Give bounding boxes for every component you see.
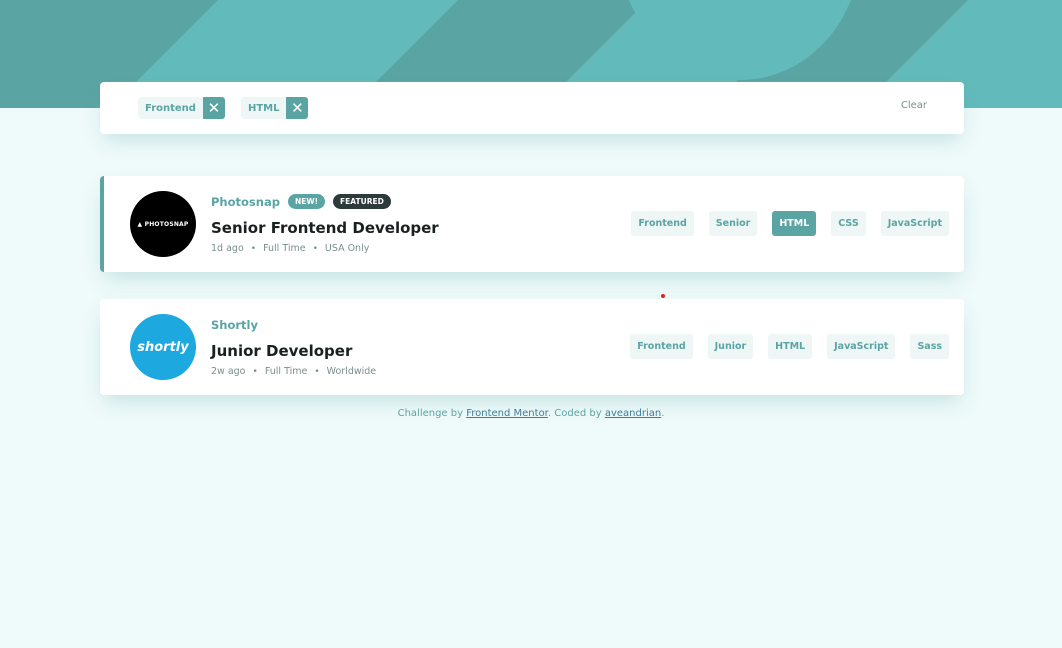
tag-javascript[interactable]: JavaScript — [880, 211, 949, 236]
tag-junior[interactable]: Junior — [707, 334, 754, 359]
job-info: Photosnap NEW! FEATURED Senior Frontend … — [211, 193, 439, 254]
job-tags: Frontend Junior HTML JavaScript Sass — [615, 334, 949, 359]
job-meta: 1d ago • Full Time • USA Only — [211, 243, 439, 254]
tag-senior[interactable]: Senior — [708, 211, 758, 236]
company-name: Shortly — [211, 317, 258, 332]
filter-chip-html: HTML ✕ — [240, 97, 309, 119]
company-logo: shortly — [130, 314, 196, 380]
attribution-suffix: . — [661, 408, 665, 419]
featured-badge: FEATURED — [333, 194, 391, 209]
posted-at: 1d ago — [211, 243, 244, 254]
job-position[interactable]: Senior Frontend Developer — [211, 219, 439, 237]
job-position[interactable]: Junior Developer — [211, 342, 376, 360]
meta-separator: • — [312, 243, 318, 254]
meta-separator: • — [314, 366, 320, 377]
remove-filter-close-icon[interactable]: ✕ — [202, 97, 225, 119]
remove-filter-close-icon[interactable]: ✕ — [286, 97, 309, 119]
company-row: Shortly — [211, 316, 376, 333]
job-card-photosnap: ▲ PHOTOSNAP Photosnap NEW! FEATURED Seni… — [100, 176, 964, 272]
tag-css[interactable]: CSS — [831, 211, 866, 236]
contract-type: Full Time — [263, 243, 306, 254]
company-row: Photosnap NEW! FEATURED — [211, 193, 439, 210]
author-link[interactable]: aveandrian — [605, 408, 661, 419]
meta-separator: • — [250, 243, 257, 254]
company-logo: ▲ PHOTOSNAP — [130, 191, 196, 257]
filter-chip-label: Frontend — [145, 102, 196, 114]
tag-html[interactable]: HTML — [768, 334, 813, 359]
new-badge: NEW! — [287, 194, 326, 209]
meta-separator: • — [252, 366, 258, 377]
job-info: Shortly Junior Developer 2w ago • Full T… — [211, 316, 376, 378]
posted-at: 2w ago — [211, 366, 246, 377]
cursor-dot — [661, 294, 665, 298]
company-name: Photosnap — [211, 194, 280, 209]
job-card-shortly: shortly Shortly Junior Developer 2w ago … — [100, 299, 964, 395]
attribution-prefix: Challenge by — [397, 408, 467, 419]
clear-filters-button[interactable]: Clear — [901, 100, 927, 111]
tag-sass[interactable]: Sass — [910, 334, 949, 359]
tag-html[interactable]: HTML — [772, 211, 817, 236]
attribution: Challenge by Frontend Mentor. Coded by a… — [0, 408, 1062, 419]
tag-javascript[interactable]: JavaScript — [827, 334, 896, 359]
tag-frontend[interactable]: Frontend — [630, 334, 693, 359]
filter-chip-frontend: Frontend ✕ — [138, 97, 225, 119]
filter-bar: Frontend ✕ HTML ✕ Clear — [100, 82, 964, 134]
tag-frontend[interactable]: Frontend — [631, 211, 694, 236]
attribution-middle: . Coded by — [547, 408, 605, 419]
job-meta: 2w ago • Full Time • Worldwide — [211, 366, 376, 377]
job-location: USA Only — [324, 243, 370, 254]
job-location: Worldwide — [326, 366, 377, 377]
job-tags: Frontend Senior HTML CSS JavaScript — [616, 211, 949, 236]
filter-chip-label: HTML — [247, 102, 280, 114]
frontend-mentor-link[interactable]: Frontend Mentor — [466, 408, 548, 419]
contract-type: Full Time — [264, 366, 308, 377]
